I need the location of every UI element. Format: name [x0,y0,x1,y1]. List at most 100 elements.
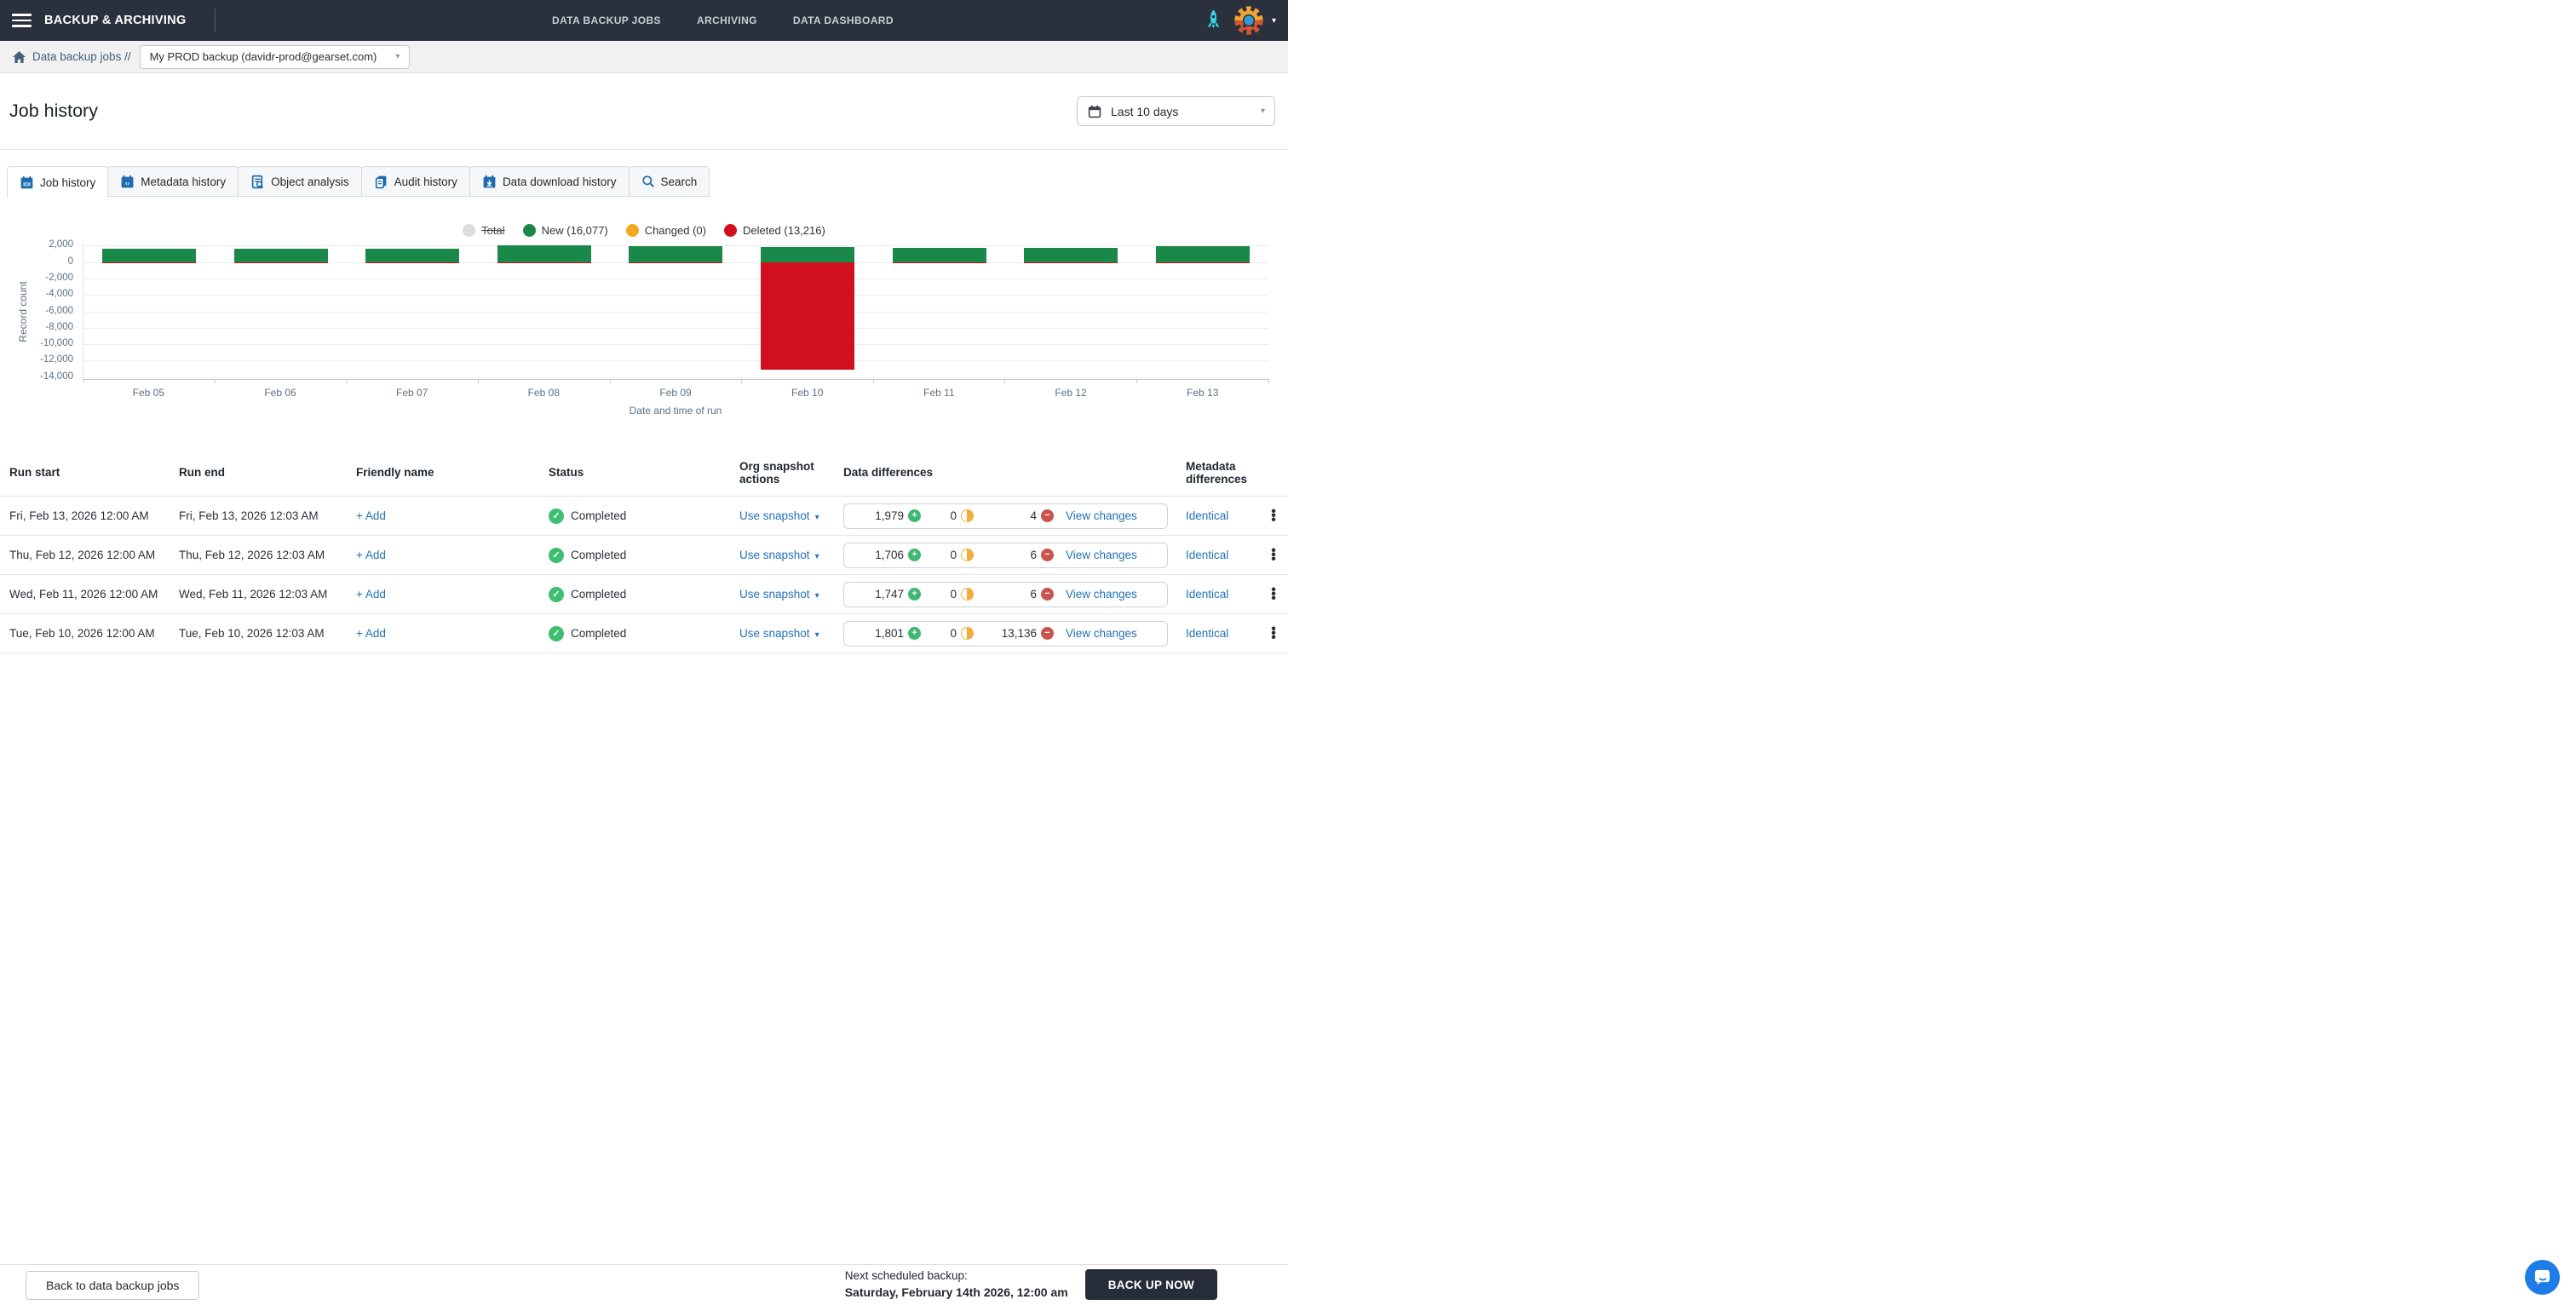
back-up-now-button[interactable]: BACK UP NOW [1085,1269,1217,1300]
tab-audit-history[interactable]: Audit history [361,166,470,197]
data-differences-box: 1,801 + 0 13,136 − View changes [843,621,1168,647]
row-kebab-menu[interactable]: ••• [1259,549,1288,561]
metadata-identical-link[interactable]: Identical [1186,509,1228,522]
add-friendly-name-link[interactable]: + Add [356,588,386,601]
chart-day-slot[interactable] [1005,243,1137,379]
row-kebab-menu[interactable]: ••• [1259,627,1288,640]
bar-deleted[interactable] [1156,262,1250,264]
bar-new[interactable] [365,249,459,262]
app-title: BACKUP & ARCHIVING [44,14,187,27]
chart-day-slot[interactable] [610,243,742,379]
job-selector-dropdown[interactable]: My PROD backup (davidr-prod@gearset.com)… [140,45,411,69]
tab-job-history[interactable]: IOI Job history [7,166,108,198]
bar-deleted[interactable] [102,262,196,264]
use-snapshot-dropdown[interactable]: Use snapshot▾ [739,588,819,601]
home-icon[interactable] [12,50,26,64]
bar-deleted[interactable] [234,262,328,264]
metadata-identical-link[interactable]: Identical [1186,588,1228,601]
bar-deleted[interactable] [761,262,854,371]
use-snapshot-dropdown[interactable]: Use snapshot▾ [739,549,819,561]
bar-deleted[interactable] [629,262,722,264]
view-changes-link[interactable]: View changes [1066,509,1137,522]
legend-item[interactable]: Deleted (13,216) [724,224,825,237]
bar-new[interactable] [629,246,722,262]
use-snapshot-dropdown[interactable]: Use snapshot▾ [739,627,819,640]
tab-label: Search [661,175,698,188]
chart-day-slot[interactable] [216,243,348,379]
legend-item[interactable]: Total [463,224,504,237]
gearset-logo-icon[interactable] [1233,5,1264,36]
tab-metadata-history[interactable]: ‹› Metadata history [107,166,239,197]
metadata-identical-link[interactable]: Identical [1186,549,1228,561]
chart-day-slot[interactable] [873,243,1005,379]
footer-right: Next scheduled backup: Saturday, Februar… [845,1268,1217,1301]
legend-item[interactable]: Changed (0) [626,224,706,237]
bar-deleted[interactable] [497,262,591,264]
add-friendly-name-link[interactable]: + Add [356,627,386,640]
user-menu-caret-icon[interactable]: ▾ [1272,16,1276,26]
add-friendly-name-link[interactable]: + Add [356,549,386,561]
status-cell: ✓ Completed [549,626,739,641]
bar-deleted[interactable] [1024,262,1118,264]
x-tick-label: Feb 07 [346,387,478,399]
bar-new[interactable] [1024,248,1118,262]
chart-day-slot[interactable] [347,243,479,379]
chart-day-slot[interactable] [1136,243,1268,379]
bar-deleted[interactable] [893,262,986,264]
calendar-icon [1088,105,1101,118]
tab-search[interactable]: Search [629,166,710,197]
y-tick-label: 2,000 [0,239,73,250]
bar-new[interactable] [234,249,328,262]
chart-plot-area [83,243,1268,380]
chart-day-slot[interactable] [742,243,874,379]
col-status: Status [549,466,739,479]
added-count: 1,801 [851,627,904,640]
chart-day-slot[interactable] [479,243,611,379]
next-scheduled-backup: Next scheduled backup: Saturday, Februar… [845,1268,1068,1301]
back-to-jobs-button[interactable]: Back to data backup jobs [26,1271,199,1300]
bar-new[interactable] [102,249,196,262]
view-changes-link[interactable]: View changes [1066,588,1137,601]
legend-item[interactable]: New (16,077) [523,224,608,237]
nav-item-archiving[interactable]: ARCHIVING [697,14,757,26]
bar-deleted[interactable] [365,262,459,264]
nav-item-data-backup-jobs[interactable]: DATA BACKUP JOBS [552,14,661,26]
next-backup-label: Next scheduled backup: [845,1268,1068,1285]
navbar-menu: DATA BACKUP JOBS ARCHIVING DATA DASHBOAR… [552,0,894,41]
row-kebab-menu[interactable]: ••• [1259,588,1288,601]
tab-object-analysis[interactable]: Object analysis [238,166,362,197]
bar-new[interactable] [497,245,591,262]
date-range-selector[interactable]: Last 10 days ▾ [1077,96,1275,126]
changed-count: 0 [921,509,957,522]
table-row: Fri, Feb 13, 2026 12:00 AM Fri, Feb 13, … [0,497,1288,536]
add-friendly-name-link[interactable]: + Add [356,509,386,522]
row-kebab-menu[interactable]: ••• [1259,509,1288,522]
run-end-cell: Thu, Feb 12, 2026 12:03 AM [179,549,356,561]
changed-half-icon [961,588,974,601]
data-differences-box: 1,706 + 0 6 − View changes [843,543,1168,568]
status-label: Completed [571,588,626,601]
status-cell: ✓ Completed [549,587,739,602]
bar-new[interactable] [1156,246,1250,262]
nav-item-data-dashboard[interactable]: DATA DASHBOARD [793,14,894,26]
bar-new[interactable] [761,247,854,262]
chat-widget-button[interactable] [2525,1260,2560,1295]
bar-new[interactable] [893,248,986,262]
menu-icon[interactable] [12,14,32,27]
deleted-count: 4 [974,509,1037,522]
view-changes-link[interactable]: View changes [1066,549,1137,561]
legend-label: Changed (0) [645,224,706,237]
x-tick-label: Feb 13 [1136,387,1268,399]
job-selector-value: My PROD backup (davidr-prod@gearset.com) [150,50,377,63]
metadata-identical-link[interactable]: Identical [1186,627,1228,640]
chart-day-slot[interactable] [83,243,216,379]
page-header: Job history Last 10 days ▾ [0,73,1288,150]
rocket-icon[interactable] [1205,9,1222,32]
use-snapshot-dropdown[interactable]: Use snapshot▾ [739,509,819,522]
deleted-count: 13,136 [974,627,1037,640]
tab-label: Audit history [394,175,457,188]
breadcrumb-section[interactable]: Data backup jobs // [32,50,131,63]
legend-label: New (16,077) [542,224,608,237]
view-changes-link[interactable]: View changes [1066,627,1137,640]
tab-data-download-history[interactable]: Data download history [469,166,630,197]
